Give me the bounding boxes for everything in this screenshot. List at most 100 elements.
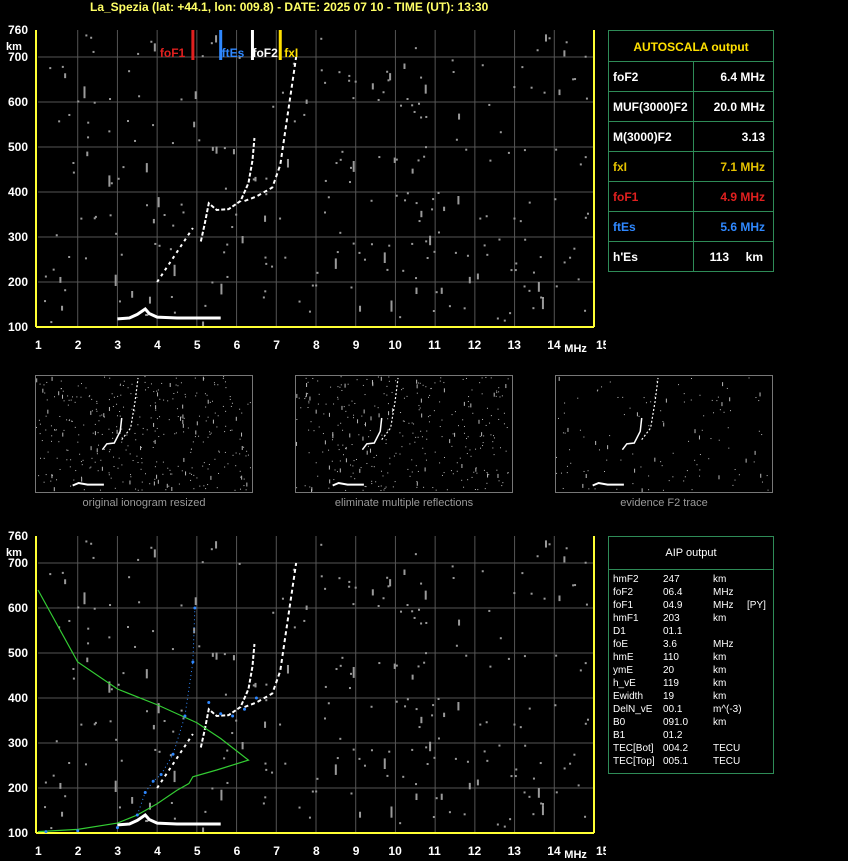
thumb-speckle	[183, 431, 185, 433]
noise-dot	[406, 604, 409, 607]
thumb-speckle	[482, 442, 484, 444]
aip-row: h_vE 119 km	[613, 678, 771, 691]
thumb-speckle	[414, 441, 416, 443]
noise-dot	[61, 305, 64, 311]
noise-dot	[87, 136, 90, 139]
thumb-speckle	[490, 434, 492, 436]
thumb-speckle	[137, 462, 139, 464]
aip-value: 3.6	[663, 639, 677, 650]
thumb-speckle	[480, 447, 482, 449]
thumb-speckle	[76, 396, 78, 398]
thumb-speckle	[416, 392, 418, 394]
noise-dot	[349, 672, 352, 675]
thumb-speckle	[47, 451, 49, 453]
thumb-speckle	[311, 489, 313, 494]
thumb-speckle	[165, 489, 167, 491]
thumb-speckle	[191, 467, 193, 469]
noise-dot	[93, 607, 96, 610]
noise-dot	[126, 120, 129, 123]
thumb-speckle	[207, 436, 209, 438]
noise-dot	[349, 166, 352, 169]
thumb-speckle	[456, 462, 458, 464]
noise-dot	[558, 89, 561, 96]
thumb-x-trace	[381, 377, 399, 441]
noise-dot	[425, 621, 428, 624]
autoscala-value: 6.4 MHz	[720, 70, 765, 84]
thumb-speckle	[50, 425, 52, 427]
noise-dot	[536, 555, 539, 558]
y-tick-label: 400	[8, 185, 28, 199]
thumb-speckle	[90, 466, 92, 468]
noise-dot	[489, 665, 492, 668]
thumb-speckle	[43, 384, 45, 386]
noise-dot	[86, 151, 89, 157]
thumb-speckle	[716, 400, 718, 402]
thumb-speckle	[56, 479, 58, 481]
thumb-speckle	[387, 418, 389, 420]
thumb-speckle	[351, 444, 353, 446]
noise-dot	[579, 669, 582, 672]
x-tick-label: 14	[547, 844, 561, 858]
noise-dot	[265, 699, 268, 702]
thumb-speckle	[493, 435, 495, 437]
thumb-speckle	[216, 426, 218, 428]
noise-dot	[544, 540, 547, 548]
autoscala-row: ftEs 5.6 MHz	[609, 211, 773, 242]
thumb-speckle	[204, 393, 206, 395]
thumb-speckle	[318, 426, 320, 428]
thumb-speckle	[108, 451, 110, 453]
autoscala-separator	[693, 212, 694, 242]
noise-dot	[334, 258, 337, 269]
thumb-speckle	[355, 458, 357, 460]
thumb-speckle	[83, 489, 85, 491]
thumb-speckle	[718, 475, 720, 480]
noise-dot	[463, 813, 466, 816]
thumb-speckle	[362, 384, 364, 386]
aip-row: hmF2 247 km	[613, 574, 771, 587]
x-tick-label: 6	[234, 844, 241, 858]
thumb-speckle	[383, 489, 385, 491]
thumb-speckle	[38, 475, 40, 477]
noise-dot	[572, 78, 575, 81]
noise-dot	[348, 687, 351, 690]
thumb-speckle	[560, 472, 562, 474]
thumb-speckle	[96, 448, 98, 453]
thumb-speckle	[475, 467, 477, 469]
autoscala-label: ftEs	[613, 220, 636, 234]
noise-dot	[223, 653, 226, 656]
thumb-speckle	[205, 406, 207, 408]
noise-dot	[271, 265, 274, 268]
f2-o-trace	[199, 643, 256, 748]
thumb-speckle	[345, 458, 347, 463]
thumb-speckle	[734, 479, 736, 481]
thumb-speckle	[117, 395, 119, 397]
noise-dot	[574, 584, 577, 587]
noise-dot	[284, 256, 287, 259]
thumb-speckle	[439, 462, 441, 464]
thumb-speckle	[89, 467, 91, 469]
thumb-speckle	[307, 393, 309, 395]
thumb-speckle	[454, 432, 456, 437]
thumb-speckle	[755, 397, 757, 399]
thumb-speckle	[168, 419, 170, 421]
noise-dot	[220, 789, 223, 801]
noise-dot	[272, 611, 275, 614]
thumb-speckle	[60, 380, 62, 382]
thumb-speckle	[89, 395, 91, 397]
thumb-speckle	[474, 488, 476, 490]
thumb-speckle	[402, 387, 404, 389]
noise-dot	[521, 66, 524, 69]
thumb-speckle	[63, 429, 65, 431]
aip-param: hmF1	[613, 613, 639, 624]
noise-dot	[77, 606, 80, 609]
noise-dot	[483, 750, 486, 753]
thumb-speckle	[341, 389, 343, 391]
thumb-speckle	[505, 384, 507, 389]
noise-dot	[414, 47, 417, 50]
thumb-speckle	[665, 398, 667, 403]
noise-dot	[413, 110, 416, 113]
thumb-speckle	[415, 465, 417, 467]
noise-dot	[563, 50, 566, 57]
noise-dot	[584, 561, 587, 564]
noise-dot	[584, 216, 587, 219]
